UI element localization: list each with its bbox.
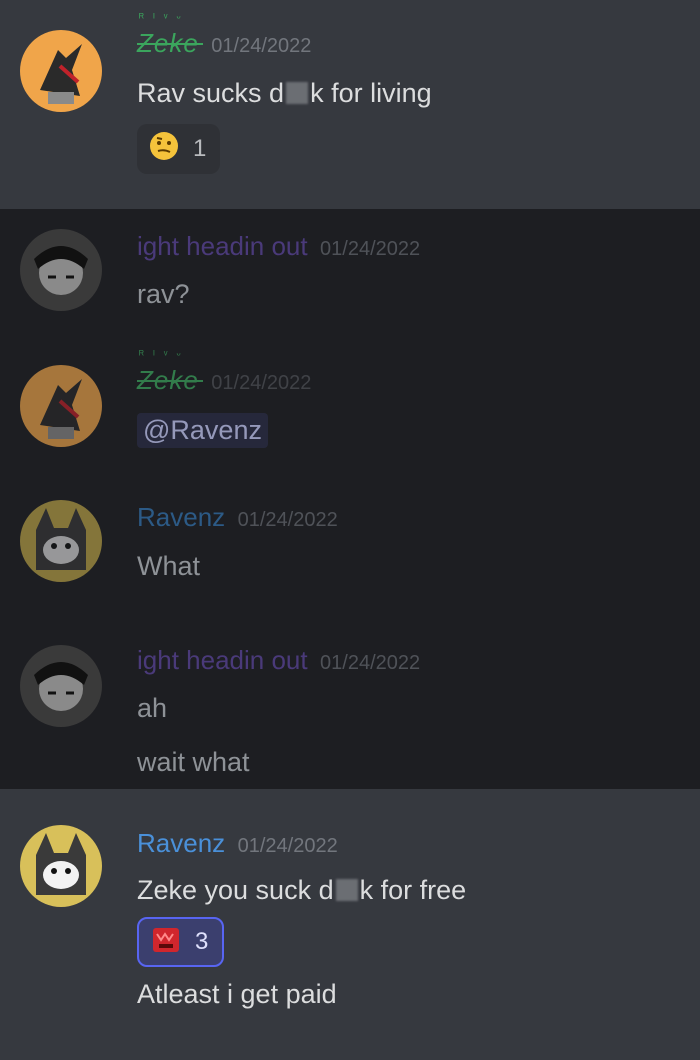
reaction-button[interactable]: 3 [137,917,225,967]
ravenz-avatar[interactable] [20,825,102,907]
red-creature-emoji-icon [151,924,181,961]
message-text: Rav sucks dk for living [137,78,432,108]
reaction-count: 1 [193,135,207,162]
message-text: Atleast i get paid [137,979,337,1009]
timestamp: 01/24/2022 [237,509,338,531]
censor-blur [286,82,309,104]
username-ravenz[interactable]: Ravenz [137,502,225,532]
username-ight[interactable]: ight headin out [137,645,308,675]
username-ight[interactable]: ight headin out [137,231,308,261]
timestamp: 01/24/2022 [211,35,312,57]
message-text: wait what [137,747,250,777]
timestamp: 01/24/2022 [237,835,338,857]
message-text: Zeke you suck dk for free [137,875,467,905]
message-group-zeke-1: Zeke 01/24/2022 Rav sucks dk for living … [0,0,700,209]
reaction-button[interactable]: 1 [137,124,221,174]
reaction-count: 3 [195,928,209,955]
message-text: rav? [137,279,190,309]
username-ravenz[interactable]: Ravenz [137,828,225,858]
censor-blur [335,879,358,901]
username-zeke[interactable]: Zeke [137,365,199,395]
thinking-face-icon [149,131,179,168]
message-text: What [137,551,201,581]
mention-ravenz[interactable]: @Ravenz [137,413,268,448]
zeke-avatar[interactable] [20,30,102,112]
message-text: ah [137,693,168,723]
username-zeke[interactable]: Zeke [137,28,199,58]
message-text: @Ravenz [137,413,268,448]
message-group-dimmed: ight headin out 01/24/2022 rav? Zeke 01/… [0,209,700,789]
ight-avatar[interactable] [20,229,102,311]
message-group-ravenz: Ravenz 01/24/2022 Zeke you suck dk for f… [0,789,700,1060]
timestamp: 01/24/2022 [320,652,421,674]
zeke-avatar[interactable] [20,365,102,447]
timestamp: 01/24/2022 [320,238,421,260]
timestamp: 01/24/2022 [211,372,312,394]
ravenz-avatar[interactable] [20,500,102,582]
ight-avatar[interactable] [20,645,102,727]
